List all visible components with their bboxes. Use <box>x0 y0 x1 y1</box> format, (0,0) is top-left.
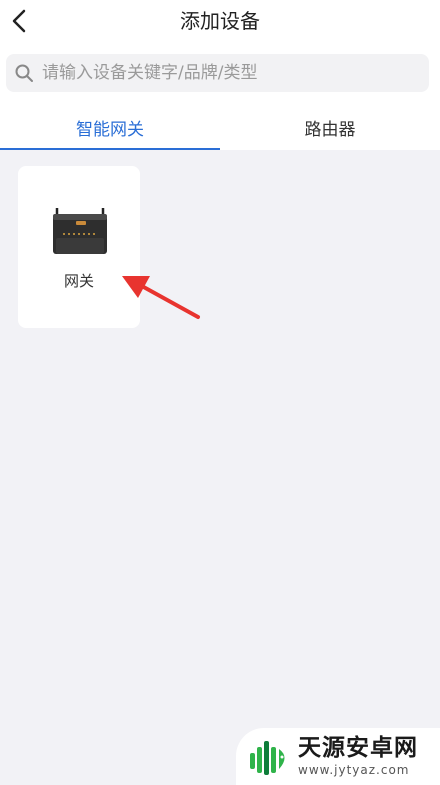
search-icon <box>15 64 33 82</box>
search-bar[interactable] <box>6 54 429 92</box>
watermark: 天源安卓网 www.jytyaz.com <box>236 728 440 785</box>
search-input[interactable] <box>40 62 429 84</box>
gateway-device-image <box>53 208 107 254</box>
android-logo-icon <box>250 740 285 775</box>
header: 添加设备 智能网关 路由器 <box>0 0 440 150</box>
category-tabs: 智能网关 路由器 <box>0 104 440 150</box>
page-title: 添加设备 <box>180 9 260 33</box>
watermark-brand: 天源安卓网 <box>298 735 418 761</box>
tab-router[interactable]: 路由器 <box>220 104 440 150</box>
red-arrow-icon <box>122 276 200 319</box>
watermark-url: www.jytyaz.com <box>298 763 410 777</box>
tab-smart-gateway[interactable]: 智能网关 <box>0 104 220 150</box>
